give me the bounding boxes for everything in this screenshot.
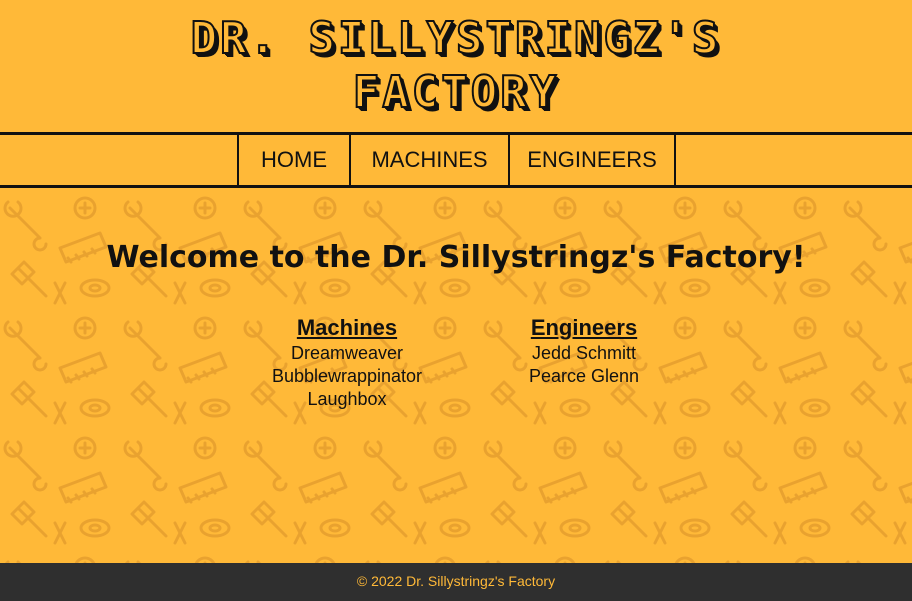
nav-item-home[interactable]: HOME <box>239 135 351 185</box>
site-footer: © 2022 Dr. Sillystringz's Factory <box>0 563 912 601</box>
engineers-column: Engineers Jedd Schmitt Pearce Glenn <box>484 314 684 388</box>
footer-copyright: © 2022 Dr. Sillystringz's Factory <box>356 573 556 589</box>
main-nav: HOME MACHINES ENGINEERS <box>0 132 912 188</box>
machines-column: Machines Dreamweaver Bubblewrappinator L… <box>247 314 447 411</box>
machines-heading: Machines <box>296 315 398 340</box>
nav-list: HOME MACHINES ENGINEERS <box>237 135 676 185</box>
nav-item-engineers[interactable]: ENGINEERS <box>510 135 676 185</box>
list-item: Laughbox <box>307 389 387 409</box>
engineers-heading: Engineers <box>530 315 638 340</box>
list-item: Dreamweaver <box>290 343 404 363</box>
nav-item-machines[interactable]: MACHINES <box>351 135 510 185</box>
main-content: Welcome to the Dr. Sillystringz's Factor… <box>0 188 912 563</box>
list-item: Jedd Schmitt <box>531 343 637 363</box>
site-header: DR. SILLYSTRINGZ'S FACTORY <box>0 0 912 133</box>
list-item: Pearce Glenn <box>528 366 640 386</box>
site-title-line2: FACTORY <box>352 66 560 119</box>
welcome-heading: Welcome to the Dr. Sillystringz's Factor… <box>106 240 806 275</box>
site-title-line1: DR. SILLYSTRINGZ'S <box>190 12 722 65</box>
list-item: Bubblewrappinator <box>271 366 423 386</box>
site-title: DR. SILLYSTRINGZ'S FACTORY <box>0 0 912 120</box>
page: DR. SILLYSTRINGZ'S FACTORY HOME MACHINES… <box>0 0 912 601</box>
